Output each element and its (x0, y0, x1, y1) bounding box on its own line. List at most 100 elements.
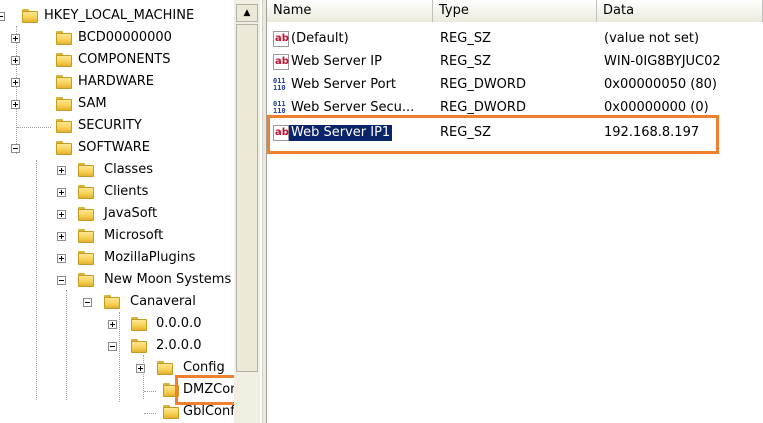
folder-icon (56, 97, 72, 111)
string-value-icon: ab (273, 54, 289, 70)
expand-icon[interactable] (57, 254, 66, 263)
tree-item-security[interactable]: SECURITY (0, 116, 234, 138)
tree-item-label: Clients (104, 184, 149, 199)
expand-icon[interactable] (108, 320, 117, 329)
tree-item-label: HKEY_LOCAL_MACHINE (44, 8, 195, 23)
tree-scrollbar[interactable]: ▲ (234, 0, 260, 423)
folder-icon (22, 9, 38, 23)
scrollbar-thumb[interactable] (236, 24, 258, 372)
value-data: WIN-0IG8BYJUC02 (604, 54, 721, 69)
scroll-up-button[interactable]: ▲ (236, 4, 258, 22)
tree-guide-line (144, 413, 156, 414)
tree-item-hardware[interactable]: HARDWARE (0, 72, 234, 94)
tree-item-label: New Moon Systems (104, 272, 232, 287)
folder-icon (56, 141, 72, 155)
value-data: 0x00000050 (80) (604, 77, 717, 92)
tree-item-gblconfi[interactable]: GblConfi (0, 402, 238, 423)
value-type: REG_DWORD (440, 100, 526, 115)
expand-icon[interactable] (57, 210, 66, 219)
expand-icon[interactable] (11, 56, 20, 65)
tree-item-2-0-0-0[interactable]: 2.0.0.0 (0, 336, 234, 358)
tree-item-label: COMPONENTS (78, 52, 171, 67)
folder-icon (78, 251, 94, 265)
tree-item-label: 0.0.0.0 (156, 316, 202, 331)
value-name: Web Server Secu... (291, 100, 415, 115)
binary-value-icon: 011 110 (273, 100, 286, 115)
tree-item-label: Classes (104, 162, 153, 177)
expand-icon[interactable] (57, 188, 66, 197)
tree-item-label: Microsoft (104, 228, 164, 243)
folder-icon (157, 361, 173, 375)
tree-item-label: Canaveral (130, 294, 196, 309)
value-name: Web Server Port (291, 77, 397, 92)
tree-item-label: Config (183, 360, 225, 375)
tree-item-0-0-0-0[interactable]: 0.0.0.0 (0, 314, 234, 336)
collapse-icon[interactable] (108, 342, 117, 351)
value-type: REG_DWORD (440, 77, 526, 92)
expand-icon[interactable] (57, 166, 66, 175)
tree-item-microsoft[interactable]: Microsoft (0, 226, 234, 248)
list-header: Name Type Data (267, 0, 763, 22)
folder-icon (78, 163, 94, 177)
list-row[interactable]: 011 110 Web Server Port REG_DWORD 0x00000… (267, 74, 763, 96)
column-header-name[interactable]: Name (267, 0, 433, 22)
folder-icon (163, 405, 179, 419)
tree-item-label: MozillaPlugins (104, 250, 196, 265)
value-data: (value not set) (604, 31, 700, 46)
values-list-pane: Name Type Data ab (Default) REG_SZ (valu… (267, 0, 763, 423)
tree-item-javasoft[interactable]: JavaSoft (0, 204, 234, 226)
folder-icon (56, 119, 72, 133)
list-row[interactable]: ab (Default) REG_SZ (value not set) (267, 28, 763, 50)
tree-guide-line (17, 127, 51, 128)
collapse-icon[interactable] (57, 276, 66, 285)
list-row[interactable]: ab Web Server IP REG_SZ WIN-0IG8BYJUC02 (267, 51, 763, 73)
value-data: 0x00000000 (0) (604, 100, 709, 115)
tree-item-label: SAM (78, 96, 107, 111)
tree-item-bcd[interactable]: BCD00000000 (0, 28, 234, 50)
folder-icon (56, 31, 72, 45)
tree-item-mozillaplugins[interactable]: MozillaPlugins (0, 248, 234, 270)
tree-guide-line (144, 391, 156, 392)
tree-item-software[interactable]: SOFTWARE (0, 138, 234, 160)
selected-row-highlight-box (267, 115, 719, 154)
collapse-icon[interactable] (83, 298, 92, 307)
tree-item-label: 2.0.0.0 (156, 338, 202, 353)
tree-item-label: HARDWARE (78, 74, 154, 89)
folder-icon (78, 185, 94, 199)
registry-tree-pane: HKEY_LOCAL_MACHINE BCD00000000 COMPONENT… (0, 0, 262, 423)
column-header-data[interactable]: Data (597, 0, 763, 22)
value-name: Web Server IP (291, 54, 382, 69)
tree-item-label: GblConfi (183, 404, 239, 419)
expand-icon[interactable] (11, 34, 20, 43)
folder-icon (131, 317, 147, 331)
tree-item-classes[interactable]: Classes (0, 160, 234, 182)
column-header-type[interactable]: Type (433, 0, 597, 22)
expand-icon[interactable] (136, 364, 145, 373)
tree-item-clients[interactable]: Clients (0, 182, 234, 204)
tree-item-sam[interactable]: SAM (0, 94, 234, 116)
folder-icon (104, 295, 120, 309)
expand-icon[interactable] (11, 100, 20, 109)
tree-item-label: JavaSoft (104, 206, 158, 221)
folder-icon (78, 207, 94, 221)
tree-item-label: SOFTWARE (78, 140, 150, 155)
tree-item-components[interactable]: COMPONENTS (0, 50, 234, 72)
value-type: REG_SZ (440, 54, 491, 69)
binary-value-icon: 011 110 (273, 77, 286, 92)
tree-item-hklm[interactable]: HKEY_LOCAL_MACHINE (0, 6, 234, 28)
collapse-icon[interactable] (0, 12, 5, 21)
tree-item-label: BCD00000000 (78, 30, 172, 45)
collapse-icon[interactable] (11, 144, 20, 153)
folder-icon (56, 75, 72, 89)
tree-item-label: SECURITY (78, 118, 142, 133)
value-name: (Default) (291, 31, 349, 46)
folder-icon (78, 273, 94, 287)
value-type: REG_SZ (440, 31, 491, 46)
expand-icon[interactable] (11, 78, 20, 87)
string-value-icon: ab (273, 31, 289, 47)
folder-icon (56, 53, 72, 67)
tree-item-canaveral[interactable]: Canaveral (0, 292, 234, 314)
expand-icon[interactable] (57, 232, 66, 241)
folder-icon (78, 229, 94, 243)
tree-item-new-moon-systems[interactable]: New Moon Systems (0, 270, 234, 292)
